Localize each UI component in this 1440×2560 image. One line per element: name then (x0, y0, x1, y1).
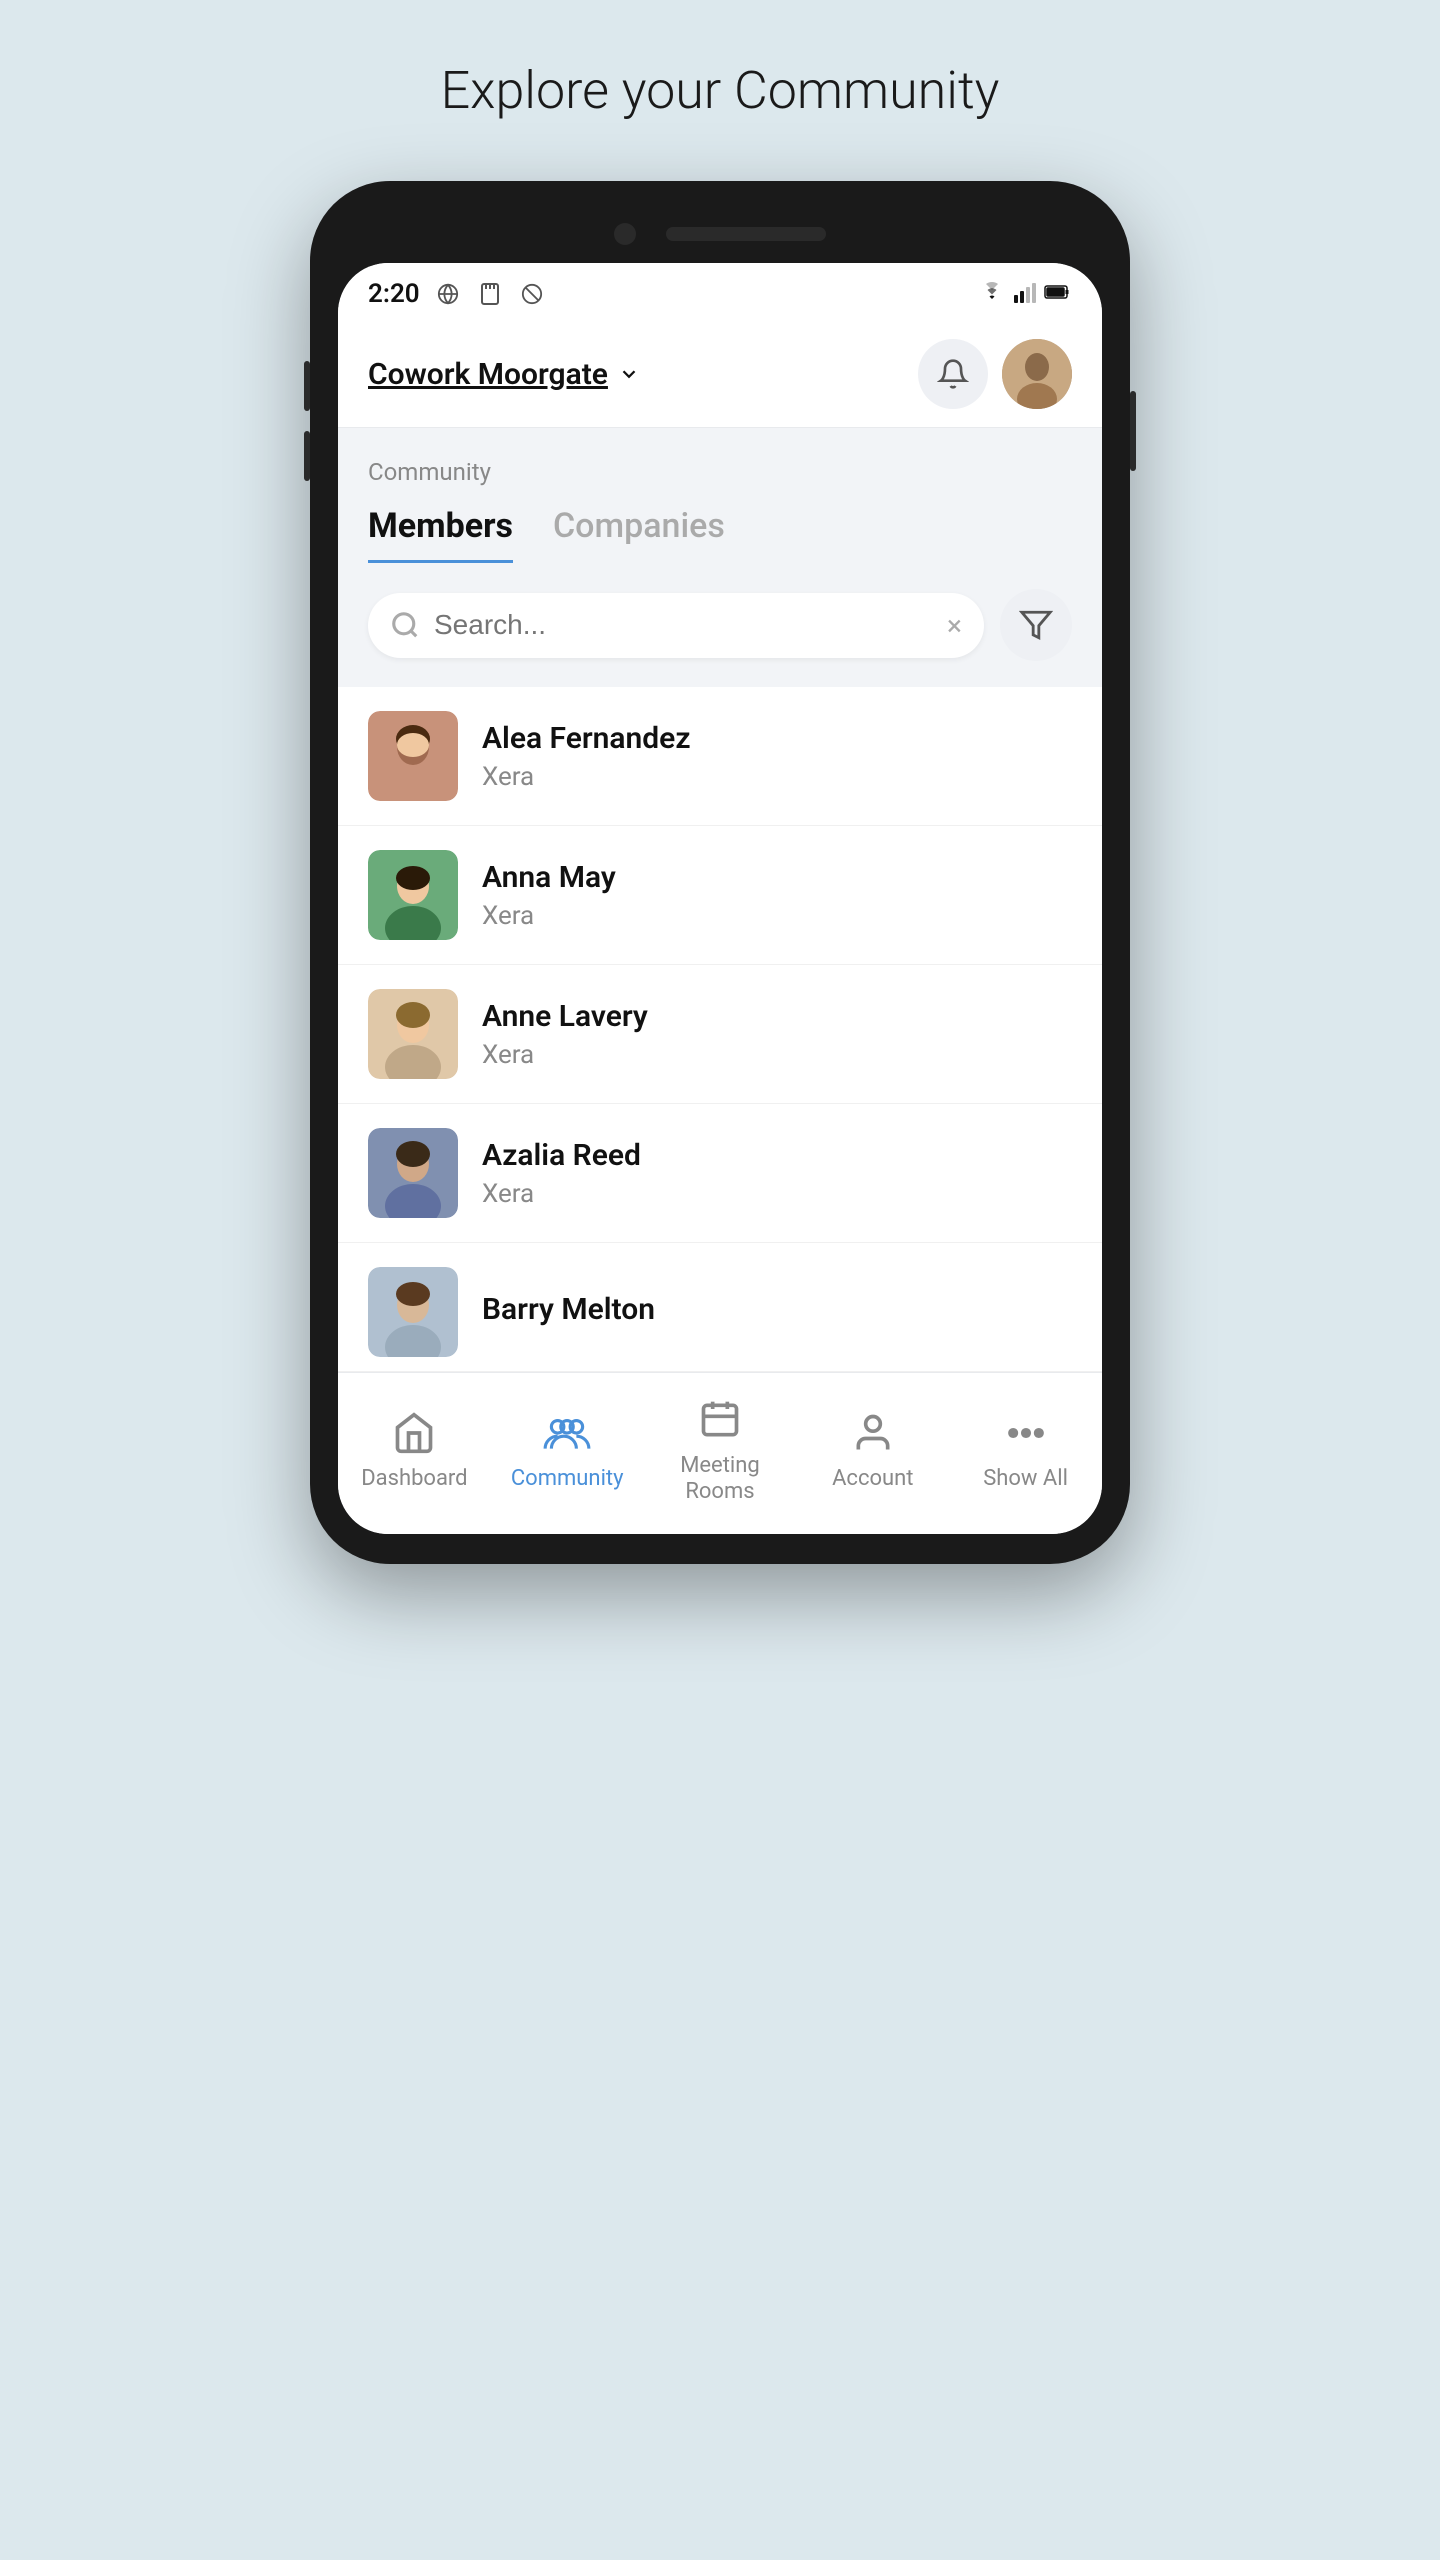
community-icon (542, 1408, 592, 1458)
nav-community[interactable]: Community (491, 1408, 644, 1492)
chevron-down-icon (618, 363, 640, 385)
search-clear-button[interactable]: × (947, 609, 962, 642)
bottom-nav: Dashboard Community (338, 1372, 1102, 1534)
user-avatar-img (1002, 339, 1072, 409)
nav-account[interactable]: Account (796, 1408, 949, 1492)
member-name: Barry Melton (482, 1292, 655, 1327)
member-avatar (368, 711, 458, 801)
battery-icon (1044, 283, 1072, 305)
member-avatar (368, 989, 458, 1079)
volume-down-button[interactable] (304, 431, 310, 481)
search-icon (390, 610, 420, 640)
workspace-selector[interactable]: Cowork Moorgate (368, 357, 640, 392)
account-icon (848, 1408, 898, 1458)
members-list: Alea Fernandez Xera Anna May Xera (338, 687, 1102, 1372)
member-name: Alea Fernandez (482, 721, 691, 756)
signal-icon (1014, 281, 1036, 307)
member-avatar (368, 1128, 458, 1218)
phone-screen: 2:20 (338, 263, 1102, 1534)
nav-community-label: Community (511, 1466, 624, 1492)
workspace-name-text: Cowork Moorgate (368, 357, 608, 392)
member-name: Azalia Reed (482, 1138, 641, 1173)
nav-dashboard-label: Dashboard (361, 1466, 467, 1492)
phone-notch (338, 211, 1102, 263)
search-input[interactable] (434, 609, 933, 641)
tabs-container: Members Companies (368, 506, 1072, 563)
page-title: Explore your Community (441, 60, 1000, 121)
nav-show-all[interactable]: Show All (949, 1408, 1102, 1492)
bell-icon (937, 358, 969, 390)
community-section-label: Community (368, 458, 1072, 486)
phone-frame: 2:20 (310, 181, 1130, 1564)
tab-companies[interactable]: Companies (553, 506, 725, 563)
filter-icon (1019, 608, 1053, 642)
member-avatar (368, 1267, 458, 1357)
sd-card-icon (476, 280, 504, 308)
globe-icon (434, 280, 462, 308)
member-item[interactable]: Azalia Reed Xera (338, 1104, 1102, 1243)
dashboard-icon (389, 1408, 439, 1458)
tab-members[interactable]: Members (368, 506, 513, 563)
earpiece-speaker (666, 227, 826, 241)
member-avatar (368, 850, 458, 940)
front-camera (614, 223, 636, 245)
nav-meeting-rooms[interactable]: MeetingRooms (644, 1395, 797, 1506)
member-company: Xera (482, 1040, 648, 1070)
app-header: Cowork Moorgate (338, 321, 1102, 428)
nav-show-all-label: Show All (983, 1466, 1068, 1492)
meeting-rooms-icon (695, 1395, 745, 1445)
member-item[interactable]: Anna May Xera (338, 826, 1102, 965)
volume-up-button[interactable] (304, 361, 310, 411)
member-company: Xera (482, 762, 691, 792)
wifi-icon (978, 281, 1006, 307)
nav-dashboard[interactable]: Dashboard (338, 1408, 491, 1492)
show-all-icon (1001, 1408, 1051, 1458)
status-time: 2:20 (368, 279, 420, 309)
member-name: Anne Lavery (482, 999, 648, 1034)
mute-icon (518, 280, 546, 308)
member-company: Xera (482, 1179, 641, 1209)
search-box[interactable]: × (368, 593, 984, 658)
member-name: Anna May (482, 860, 616, 895)
member-company: Xera (482, 901, 616, 931)
member-item[interactable]: Anne Lavery Xera (338, 965, 1102, 1104)
search-row: × (338, 563, 1102, 687)
user-avatar-button[interactable] (1002, 339, 1072, 409)
filter-button[interactable] (1000, 589, 1072, 661)
member-item[interactable]: Barry Melton (338, 1243, 1102, 1372)
power-button[interactable] (1130, 391, 1136, 471)
member-item[interactable]: Alea Fernandez Xera (338, 687, 1102, 826)
notification-bell-button[interactable] (918, 339, 988, 409)
screen-content: Community Members Companies (338, 428, 1102, 563)
status-bar: 2:20 (338, 263, 1102, 321)
nav-meeting-rooms-label: MeetingRooms (680, 1453, 760, 1506)
nav-account-label: Account (832, 1466, 913, 1492)
